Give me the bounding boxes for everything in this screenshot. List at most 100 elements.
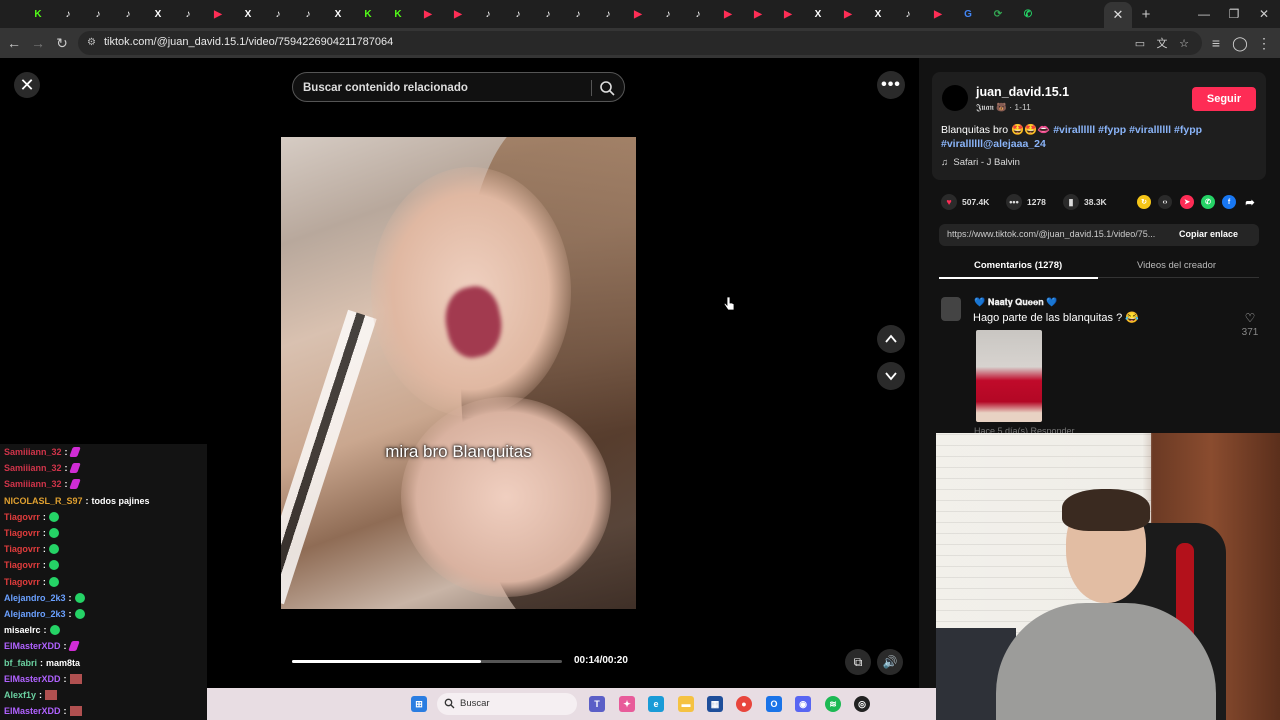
browser-tab[interactable]: ♪ xyxy=(118,5,138,23)
chat-username[interactable]: Alexf1y xyxy=(4,690,36,700)
browser-tab[interactable]: ▶ xyxy=(778,5,798,23)
save-stat[interactable]: ▮ 38.3K xyxy=(1063,194,1107,210)
repost-icon[interactable]: ↻ xyxy=(1137,195,1151,209)
chat-username[interactable]: NICOLASL_R_S97 xyxy=(4,496,83,506)
browser-tab[interactable]: ♪ xyxy=(688,5,708,23)
next-video-button[interactable] xyxy=(877,362,905,390)
browser-tab[interactable]: ♪ xyxy=(658,5,678,23)
video-player[interactable]: mira bro Blanquitas xyxy=(281,137,636,609)
chat-username[interactable]: Tiagovrr xyxy=(4,512,40,522)
avatar[interactable] xyxy=(942,85,968,111)
music-title[interactable]: Safari - J Balvin xyxy=(953,157,1020,168)
hashtag[interactable]: #virallllll xyxy=(1129,124,1171,136)
browser-tab[interactable]: G xyxy=(958,5,978,23)
volume-button[interactable]: 🔊 xyxy=(877,649,903,675)
browser-tab[interactable]: ♪ xyxy=(58,5,78,23)
follow-button[interactable]: Seguir xyxy=(1192,87,1256,111)
chat-username[interactable]: Tiagovrr xyxy=(4,560,40,570)
translate-icon[interactable]: 文 xyxy=(1152,33,1172,53)
obs-icon[interactable]: ◎ xyxy=(854,696,870,712)
author-username[interactable]: juan_david.15.1 xyxy=(976,85,1069,99)
active-tab[interactable]: ✕ xyxy=(1104,2,1132,28)
media-control-icon[interactable]: ≡ xyxy=(1206,33,1226,53)
chat-username[interactable]: Samiiiann_32 xyxy=(4,463,62,473)
chrome-icon[interactable]: ● xyxy=(736,696,752,712)
bookmark-star-icon[interactable]: ☆ xyxy=(1174,33,1194,53)
browser-tab[interactable]: ♪ xyxy=(478,5,498,23)
cast-icon[interactable]: ▭ xyxy=(1130,33,1150,53)
tab-comments[interactable]: Comentarios (1278) xyxy=(974,260,1062,271)
discord-icon[interactable]: ◉ xyxy=(795,696,811,712)
outlook-icon[interactable]: O xyxy=(766,696,782,712)
hashtag[interactable]: #virallllll xyxy=(1053,124,1095,136)
more-options-button[interactable]: ••• xyxy=(877,71,905,99)
share-arrow-icon[interactable]: ➦ xyxy=(1243,195,1257,209)
chat-username[interactable]: misaelrc xyxy=(4,625,41,635)
teams-icon[interactable]: T xyxy=(589,696,605,712)
chat-username[interactable]: bf_fabri xyxy=(4,658,37,668)
chat-username[interactable]: Alejandro_2k3 xyxy=(4,609,66,619)
browser-tab[interactable]: ♪ xyxy=(568,5,588,23)
chat-username[interactable]: ElMasterXDD xyxy=(4,674,61,684)
search-icon[interactable] xyxy=(598,79,616,97)
close-video-button[interactable]: ✕ xyxy=(14,72,40,98)
browser-tab[interactable]: ♪ xyxy=(178,5,198,23)
video-progress-bar[interactable] xyxy=(292,660,562,663)
send-icon[interactable]: ➤ xyxy=(1180,195,1194,209)
comment-heart-icon[interactable]: ♡ xyxy=(1241,311,1259,325)
address-bar[interactable]: ⚙ tiktok.com/@juan_david.15.1/video/7594… xyxy=(78,31,1202,55)
browser-tab[interactable]: X xyxy=(148,5,168,23)
browser-tab[interactable]: X xyxy=(238,5,258,23)
start-icon[interactable]: ⊞ xyxy=(411,696,427,712)
chat-username[interactable]: Samiiiann_32 xyxy=(4,479,62,489)
new-tab-button[interactable]: + xyxy=(1136,4,1156,24)
bookmark-icon[interactable]: ▮ xyxy=(1063,194,1079,210)
comment-icon[interactable]: ••• xyxy=(1006,194,1022,210)
forward-button[interactable]: → xyxy=(28,33,48,53)
comment-username[interactable]: 💙 𝐍𝐚𝐚𝐭𝐲 𝐐𝐮𝐞𝐞𝐧 💙 xyxy=(974,297,1057,308)
edge-icon[interactable]: e xyxy=(648,696,664,712)
floating-player-button[interactable]: ⧉ xyxy=(845,649,871,675)
menu-icon[interactable]: ⋮ xyxy=(1254,33,1274,53)
hashtag[interactable]: #virallllll@alejaaa_24 xyxy=(941,138,1046,150)
copilot-icon[interactable]: ✦ xyxy=(619,696,635,712)
minimize-button[interactable]: — xyxy=(1194,4,1214,24)
related-search-box[interactable] xyxy=(292,72,625,102)
chat-username[interactable]: ElMasterXDD xyxy=(4,641,61,651)
browser-tab[interactable]: ♪ xyxy=(898,5,918,23)
chat-username[interactable]: Tiagovrr xyxy=(4,544,40,554)
close-window-button[interactable]: ✕ xyxy=(1254,4,1274,24)
back-button[interactable]: ← xyxy=(4,33,24,53)
browser-tab[interactable]: ▶ xyxy=(748,5,768,23)
store-icon[interactable]: ▦ xyxy=(707,696,723,712)
copy-link-button[interactable]: Copiar enlace xyxy=(1179,229,1238,239)
browser-tab[interactable]: ▶ xyxy=(448,5,468,23)
browser-tab[interactable]: X xyxy=(868,5,888,23)
browser-tab[interactable]: ▶ xyxy=(628,5,648,23)
embed-icon[interactable]: ‹› xyxy=(1158,195,1172,209)
browser-tab[interactable]: ▶ xyxy=(928,5,948,23)
facebook-icon[interactable]: f xyxy=(1222,195,1236,209)
site-info-icon[interactable]: ⚙ xyxy=(87,37,99,49)
browser-tab[interactable]: K xyxy=(388,5,408,23)
maximize-button[interactable]: ❐ xyxy=(1224,4,1244,24)
browser-tab[interactable]: ▶ xyxy=(418,5,438,23)
comment-stat[interactable]: ••• 1278 xyxy=(1006,194,1046,210)
browser-tab[interactable]: ♪ xyxy=(268,5,288,23)
browser-tab[interactable]: ▶ xyxy=(838,5,858,23)
hashtag[interactable]: #fypp xyxy=(1174,124,1202,136)
spotify-icon[interactable]: ≋ xyxy=(825,696,841,712)
address-url[interactable]: tiktok.com/@juan_david.15.1/video/759422… xyxy=(104,36,393,48)
related-search-input[interactable] xyxy=(303,79,583,97)
music-link[interactable]: ♫ Safari - J Balvin xyxy=(941,157,1020,168)
browser-tab[interactable]: ▶ xyxy=(718,5,738,23)
browser-tab[interactable]: ♪ xyxy=(598,5,618,23)
whatsapp-icon[interactable]: ✆ xyxy=(1201,195,1215,209)
browser-tab[interactable]: ♪ xyxy=(508,5,528,23)
tab-close-icon[interactable]: ✕ xyxy=(1113,7,1124,23)
file-explorer-icon[interactable]: ▬ xyxy=(678,696,694,712)
browser-tab[interactable]: ▶ xyxy=(208,5,228,23)
profile-icon[interactable]: ◯ xyxy=(1230,33,1250,53)
browser-tab[interactable]: X xyxy=(808,5,828,23)
chat-username[interactable]: Tiagovrr xyxy=(4,577,40,587)
